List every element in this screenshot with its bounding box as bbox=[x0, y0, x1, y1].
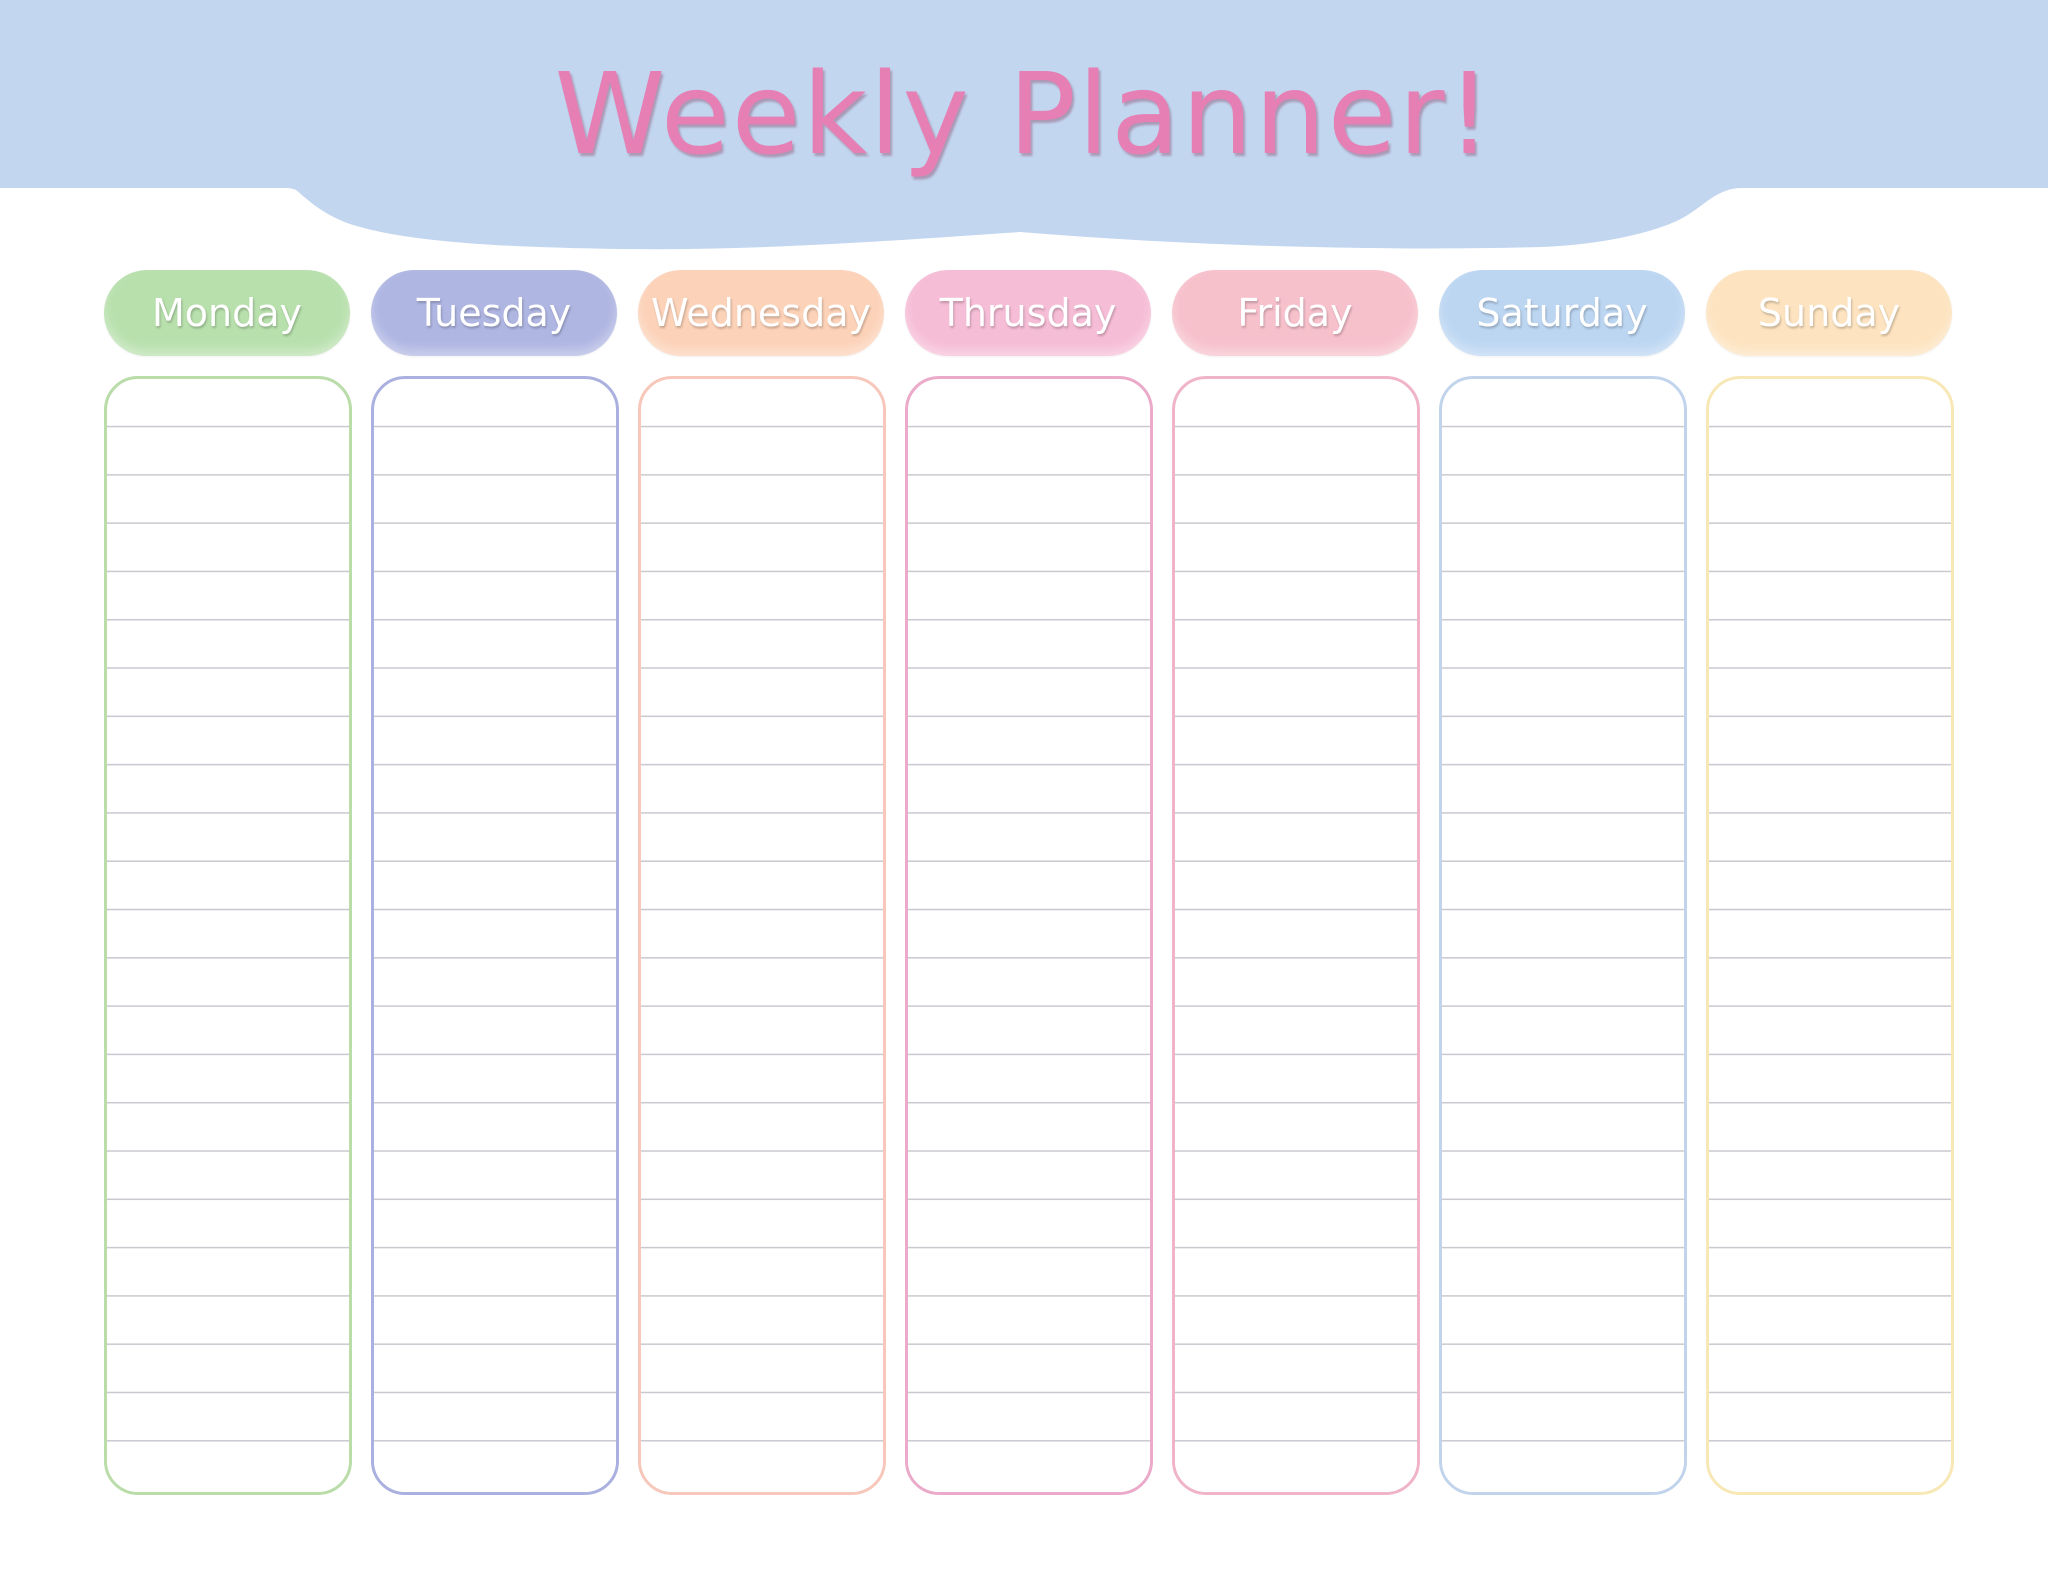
day-header-saturday: Saturday bbox=[1439, 270, 1685, 356]
day-label-sunday: Sunday bbox=[1757, 291, 1901, 335]
day-column-thursday: Thrusday bbox=[905, 270, 1153, 1495]
day-header-monday: Monday bbox=[104, 270, 350, 356]
day-label-thursday: Thrusday bbox=[939, 291, 1117, 335]
day-header-friday: Friday bbox=[1172, 270, 1418, 356]
day-notes-monday[interactable] bbox=[104, 376, 352, 1495]
day-notes-friday[interactable] bbox=[1172, 376, 1420, 1495]
day-label-saturday: Saturday bbox=[1476, 291, 1648, 335]
page-title: Weekly Planner! bbox=[554, 50, 1494, 180]
day-column-sunday: Sunday bbox=[1706, 270, 1954, 1495]
day-notes-wednesday[interactable] bbox=[638, 376, 886, 1495]
day-header-thursday: Thrusday bbox=[905, 270, 1151, 356]
day-label-friday: Friday bbox=[1237, 291, 1353, 335]
day-column-monday: Monday bbox=[104, 270, 352, 1495]
day-label-tuesday: Tuesday bbox=[416, 291, 572, 335]
day-header-sunday: Sunday bbox=[1706, 270, 1952, 356]
day-notes-thursday[interactable] bbox=[905, 376, 1153, 1495]
day-column-wednesday: Wednesday bbox=[638, 270, 886, 1495]
day-notes-tuesday[interactable] bbox=[371, 376, 619, 1495]
day-notes-sunday[interactable] bbox=[1706, 376, 1954, 1495]
day-column-tuesday: Tuesday bbox=[371, 270, 619, 1495]
day-column-friday: Friday bbox=[1172, 270, 1420, 1495]
day-notes-saturday[interactable] bbox=[1439, 376, 1687, 1495]
day-label-monday: Monday bbox=[151, 291, 302, 335]
day-header-tuesday: Tuesday bbox=[371, 270, 617, 356]
day-header-wednesday: Wednesday bbox=[638, 270, 884, 356]
day-label-wednesday: Wednesday bbox=[650, 291, 871, 335]
day-column-saturday: Saturday bbox=[1439, 270, 1687, 1495]
week-columns: Monday Tuesday Wednesday Thrusday Friday… bbox=[104, 270, 1954, 1495]
